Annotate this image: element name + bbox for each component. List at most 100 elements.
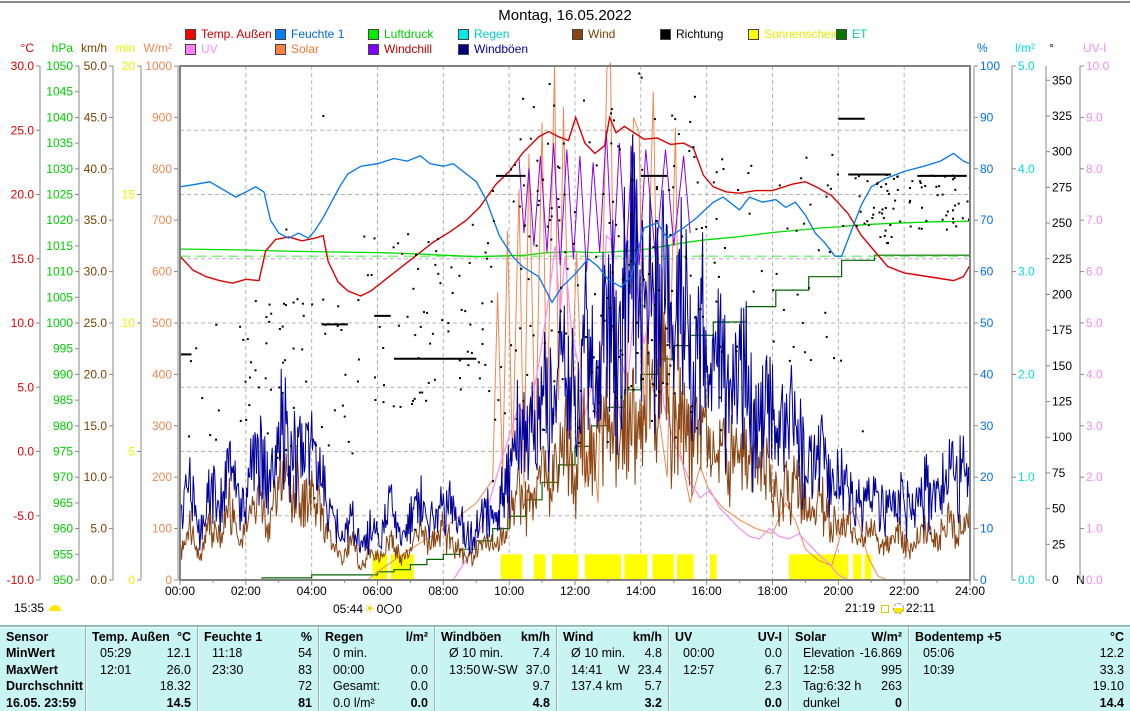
svg-text:0: 0: [128, 573, 135, 587]
svg-text:70: 70: [980, 213, 994, 227]
cell-value: 26.0: [167, 662, 191, 678]
svg-text:1000: 1000: [46, 316, 73, 330]
stats-row-label: MaxWert: [0, 662, 85, 678]
cell-time: 0.0 l/m²: [325, 695, 411, 711]
sensor-unit: °C: [1110, 629, 1124, 645]
cell-value: 0.0: [411, 662, 428, 678]
cell-value: -16.869: [860, 645, 902, 661]
svg-text:°: °: [1049, 41, 1054, 55]
svg-text:325: 325: [1052, 109, 1072, 123]
svg-text:90: 90: [980, 110, 994, 124]
cell-time: dunkel: [795, 695, 895, 711]
cell-value: 0.0: [765, 695, 782, 711]
stats-header: Feuchte 1%: [198, 629, 318, 645]
svg-text:500: 500: [152, 316, 172, 330]
stats-col-feuchte-1: Feuchte 1%11:185423:30837281: [197, 627, 318, 711]
moonset-time: 22:11: [906, 601, 935, 615]
cell-value: 0.0: [411, 695, 428, 711]
cell-value: 81: [298, 695, 312, 711]
svg-text:965: 965: [53, 496, 73, 510]
stats-cell: Ø 10 min.4.8: [557, 645, 668, 661]
svg-text:20: 20: [122, 59, 136, 73]
moon-phase-icon: [384, 604, 394, 614]
cell-time: 05:06: [915, 645, 1100, 661]
stats-col-temp-aussen: Temp. Außen°C05:2912.112:0126.018.3214.5: [85, 627, 197, 711]
svg-text:1030: 1030: [46, 162, 73, 176]
svg-text:1.0: 1.0: [1018, 470, 1035, 484]
svg-text:30.0: 30.0: [11, 59, 35, 73]
svg-text:25: 25: [1052, 537, 1066, 551]
svg-text:5.0: 5.0: [17, 380, 34, 394]
svg-text:350: 350: [1052, 73, 1072, 87]
stats-header-sensor: Sensor: [0, 629, 85, 645]
svg-text:5.0: 5.0: [90, 522, 107, 536]
svg-text:400: 400: [152, 367, 172, 381]
stats-cell: 05:2912.1: [86, 645, 197, 661]
cell-time: 05:29: [92, 645, 167, 661]
svg-text:50: 50: [980, 316, 994, 330]
svg-text:1020: 1020: [46, 213, 73, 227]
sunset-icon: [893, 603, 904, 614]
svg-text:l/m²: l/m²: [1015, 41, 1035, 55]
cell-value: 72: [298, 678, 312, 694]
stats-table: SensorMinWertMaxWertDurchschnitt16.05. 2…: [0, 625, 1130, 711]
stats-cell: 10:3933.3: [909, 662, 1130, 678]
svg-text:W/m²: W/m²: [143, 41, 172, 55]
svg-text:1015: 1015: [46, 239, 73, 253]
cell-value: 12.1: [167, 645, 191, 661]
stats-col-bodentemp-5: Bodentemp +5°C05:0612.210:3933.319.1014.…: [908, 627, 1130, 711]
svg-text:5.0: 5.0: [1018, 59, 1035, 73]
svg-text:40: 40: [980, 367, 994, 381]
svg-text:1005: 1005: [46, 290, 73, 304]
stats-cell: 0 min.: [319, 645, 434, 661]
svg-text:16:00: 16:00: [692, 584, 722, 598]
stats-col-uv: UVUV-I00:000.012:576.72.30.0: [668, 627, 788, 711]
svg-text:1000: 1000: [145, 59, 172, 73]
sensor-name: Wind: [563, 629, 633, 645]
svg-text:0: 0: [1052, 573, 1059, 587]
cell-value: 0.0: [765, 645, 782, 661]
cell-value: 12.2: [1100, 645, 1124, 661]
stats-cell: 18.32: [86, 678, 197, 694]
axis-l-m: l/m²5.04.03.02.01.00.0: [1012, 41, 1035, 587]
svg-text:80: 80: [980, 162, 994, 176]
sensor-name: Regen: [325, 629, 406, 645]
moonrise-time: 15:35: [14, 601, 44, 615]
axes: °C30.025.020.015.010.05.00.0-5.0-10.0hPa…: [7, 41, 1110, 587]
svg-text:975: 975: [53, 445, 73, 459]
svg-text:20: 20: [980, 470, 994, 484]
cell-value: 5.7: [645, 678, 662, 694]
stats-cell: 13:50W-SW37.0: [435, 662, 556, 678]
cell-time: 00:00: [675, 645, 765, 661]
svg-text:9.0: 9.0: [1086, 110, 1103, 124]
cell-value: 54: [298, 645, 312, 661]
svg-text:50.0: 50.0: [84, 59, 108, 73]
stats-col-solar: SolarW/m²Elevation-16.86912:58995Tag:6:3…: [788, 627, 908, 711]
svg-text:24:00: 24:00: [955, 584, 985, 598]
svg-text:10.0: 10.0: [84, 470, 108, 484]
svg-text:1010: 1010: [46, 265, 73, 279]
cell-value: 0: [895, 695, 902, 711]
svg-text:175: 175: [1052, 323, 1072, 337]
stats-cell: 14.5: [86, 695, 197, 711]
moon-icon: [49, 605, 61, 611]
stats-col-regen: Regenl/m²0 min.00:000.0Gesamt:0.00.0 l/m…: [318, 627, 434, 711]
sunrise-time: 05:44: [333, 602, 363, 616]
cell-value: 6.7: [765, 662, 782, 678]
svg-text:10: 10: [980, 522, 994, 536]
svg-text:2.0: 2.0: [1086, 470, 1103, 484]
svg-text:%: %: [977, 41, 988, 55]
svg-text:990: 990: [53, 367, 73, 381]
moon-extra: 0: [395, 602, 402, 616]
sunset-annotation: 21:1922:11: [845, 601, 935, 615]
axis-: %1009080706050403020100: [974, 41, 1000, 587]
svg-text:200: 200: [152, 470, 172, 484]
svg-text:950: 950: [53, 573, 73, 587]
svg-text:22:00: 22:00: [889, 584, 919, 598]
svg-text:5.0: 5.0: [1086, 316, 1103, 330]
cell-time: 00:00: [325, 662, 411, 678]
cell-value: 4.8: [645, 645, 662, 661]
stats-cell: 0.0: [669, 695, 788, 711]
stats-cell: 2.3: [669, 678, 788, 694]
svg-text:1025: 1025: [46, 188, 73, 202]
